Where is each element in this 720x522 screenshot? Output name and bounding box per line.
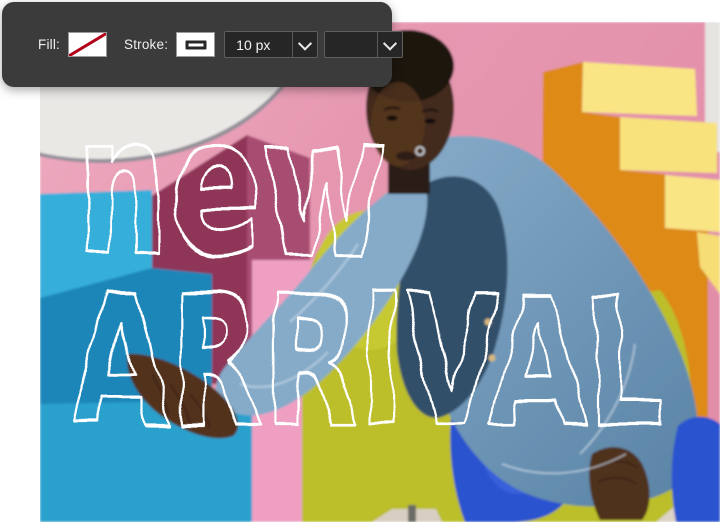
stroke-style-chevron[interactable] [378,36,402,51]
stroke-color-icon [185,40,207,49]
stroke-label: Stroke: [124,37,169,52]
photo-illustration: new ARRIVAL [40,22,720,522]
chevron-down-icon [383,36,398,51]
lips [396,151,416,161]
fill-label: Fill: [38,37,60,52]
headline-line-2[interactable]: ARRIVAL [72,256,665,468]
properties-toolbar: Fill: Stroke: 10 px [2,2,404,87]
stroke-swatch-button[interactable] [176,32,216,57]
chevron-down-icon [298,36,313,51]
fill-swatch-button[interactable] [68,32,107,57]
stroke-width-dropdown[interactable]: 10 px [224,31,319,58]
photo-yellow-step-2 [620,117,717,173]
page: { "toolbar": { "background_color": "#3b3… [0,0,720,522]
eye-left [386,115,398,121]
eye-right [424,118,436,124]
photo-yellow-step-3 [665,175,720,232]
stroke-width-chevron[interactable] [293,36,317,51]
right-boot [671,416,720,522]
stroke-style-preview [325,36,377,54]
photo-yellow-step-1 [582,62,697,116]
stroke-style-dropdown[interactable] [324,31,404,58]
stroke-width-value: 10 px [236,36,271,53]
photo-chair-leg [408,505,416,522]
canvas-photo[interactable]: new ARRIVAL [40,22,720,522]
none-fill-icon [69,33,106,56]
